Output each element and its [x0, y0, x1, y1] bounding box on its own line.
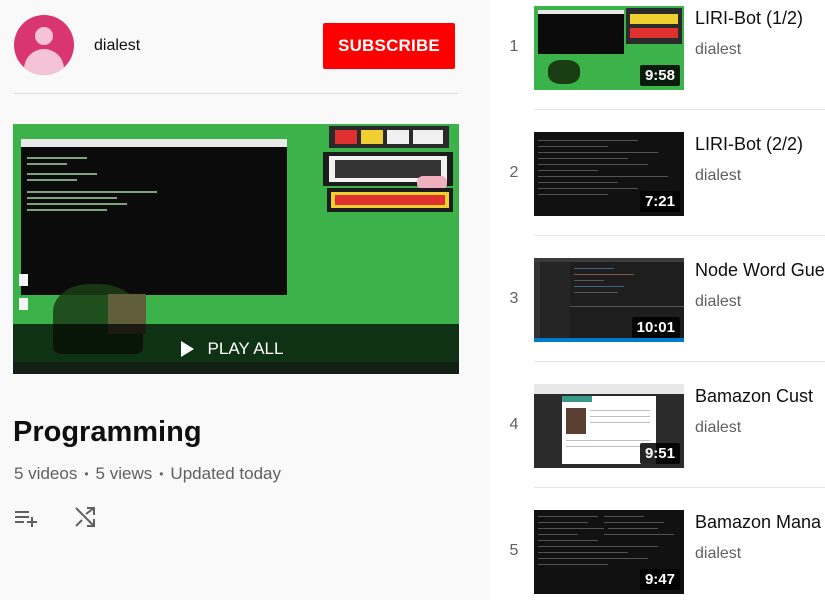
video-duration: 9:58 [639, 65, 680, 86]
divider [534, 487, 825, 488]
subscribe-button[interactable]: SUBSCRIBE [323, 23, 455, 69]
video-title[interactable]: Bamazon Mana [695, 512, 825, 533]
video-index: 3 [509, 290, 519, 307]
video-index: 2 [509, 164, 519, 181]
play-all-label: PLAY ALL [207, 339, 284, 358]
video-owner[interactable]: dialest [695, 293, 741, 311]
desktop-file-icon [19, 274, 28, 286]
play-icon [180, 341, 194, 357]
shuffle-icon[interactable] [72, 505, 98, 529]
video-thumbnail[interactable]: 9:47 [534, 510, 684, 594]
video-owner[interactable]: dialest [695, 419, 741, 437]
desktop-file-icon [19, 298, 28, 310]
video-duration: 9:47 [639, 569, 680, 590]
playlist-hero-thumbnail[interactable]: PLAY ALL [13, 124, 459, 374]
video-duration: 7:21 [639, 191, 680, 212]
playlist-title: Programming [13, 416, 202, 448]
video-index: 1 [509, 38, 519, 55]
video-owner[interactable]: dialest [695, 41, 741, 59]
video-thumbnail[interactable]: 10:01 [534, 258, 684, 342]
separator-dot: • [159, 467, 164, 481]
list-item[interactable]: 4 9:51 Bamazon Cust dialest [490, 378, 825, 504]
playlist-sidebar: dialest SUBSCRIBE PLAY ALL Programming 5… [0, 0, 490, 600]
video-title[interactable]: LIRI-Bot (1/2) [695, 8, 825, 29]
video-title[interactable]: Node Word Gue [695, 260, 825, 281]
divider [534, 235, 825, 236]
view-count: 5 views [95, 464, 153, 483]
playlist-stats: 5 videos • 5 views • Updated today [14, 464, 281, 484]
video-owner[interactable]: dialest [695, 545, 741, 563]
video-thumbnail[interactable]: 9:58 [534, 6, 684, 90]
taskbar-image [13, 362, 459, 374]
video-duration: 10:01 [631, 317, 680, 338]
video-duration: 9:51 [639, 443, 680, 464]
playlist-actions [14, 505, 98, 529]
terminal-window-image [21, 139, 287, 295]
updated-text: Updated today [170, 464, 282, 483]
owner-row: dialest SUBSCRIBE [14, 14, 458, 75]
video-thumbnail[interactable]: 7:21 [534, 132, 684, 216]
list-item[interactable]: 5 9:47 Bamazon Mana dialest [490, 504, 825, 600]
video-index: 5 [509, 542, 519, 559]
list-item[interactable]: 3 10:01 Node Word Gue dialest [490, 252, 825, 378]
divider [534, 109, 825, 110]
list-item[interactable]: 1 9:58 LIRI-Bot (1/2) dialest [490, 0, 825, 126]
avatar-body-icon [24, 49, 64, 75]
list-item[interactable]: 2 7:21 LIRI-Bot (2/2) dialest [490, 126, 825, 252]
video-title[interactable]: Bamazon Cust [695, 386, 825, 407]
divider [14, 93, 458, 94]
separator-dot: • [84, 467, 89, 481]
video-count: 5 videos [14, 464, 78, 483]
divider [534, 361, 825, 362]
video-owner[interactable]: dialest [695, 167, 741, 185]
owner-name[interactable]: dialest [94, 37, 140, 55]
avatar-head-icon [35, 27, 53, 45]
playlist-video-list: 1 9:58 LIRI-Bot (1/2) dialest 2 7:21 LIR… [490, 0, 825, 600]
video-title[interactable]: LIRI-Bot (2/2) [695, 134, 825, 155]
playlist-add-icon[interactable] [14, 505, 40, 529]
game-logo-icon [323, 126, 453, 212]
video-index: 4 [509, 416, 519, 433]
avatar[interactable] [14, 15, 74, 75]
video-thumbnail[interactable]: 9:51 [534, 384, 684, 468]
